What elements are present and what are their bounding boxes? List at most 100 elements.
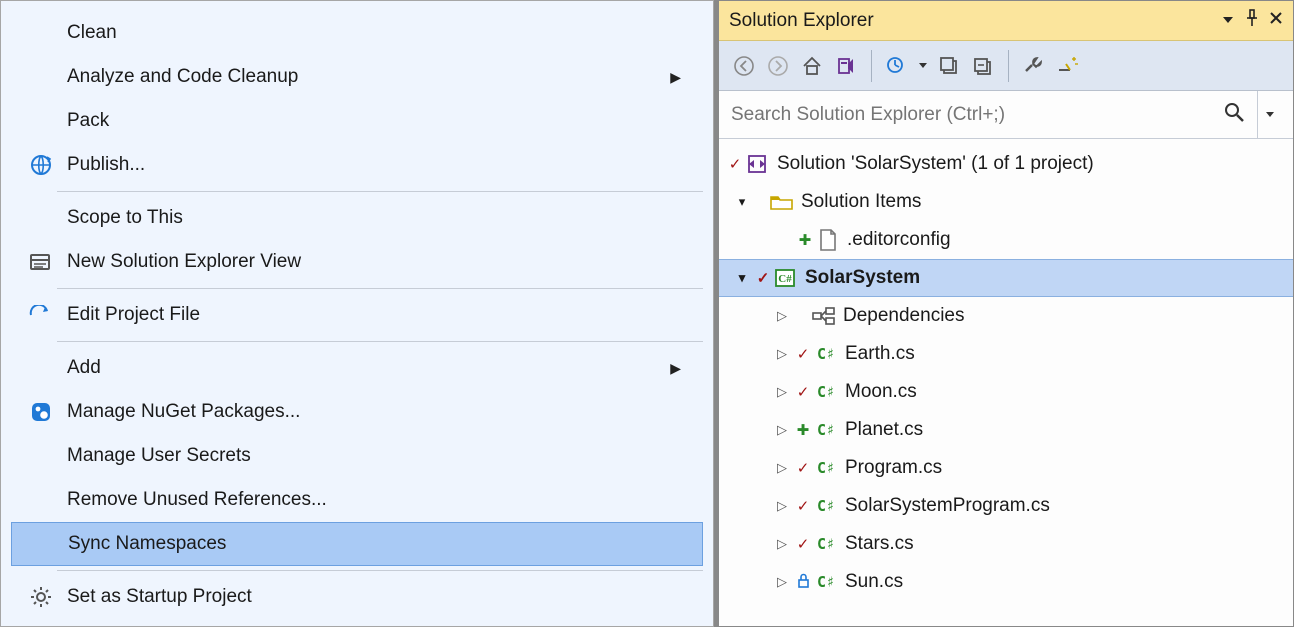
search-bar (719, 91, 1293, 139)
menu-label: New Solution Explorer View (67, 251, 301, 273)
node-label: Planet.cs (845, 419, 923, 441)
toolbar-separator (871, 50, 872, 82)
menu-label: Pack (67, 110, 109, 132)
expander-open-icon[interactable]: ▾ (733, 194, 751, 210)
panel-title-bar: Solution Explorer (719, 1, 1293, 41)
menu-manage-user-secrets[interactable]: Manage User Secrets (11, 434, 703, 478)
menu-label: Add (67, 357, 101, 379)
properties-button[interactable] (1019, 51, 1049, 81)
window-position-dropdown-icon[interactable] (1221, 9, 1235, 33)
explorer-view-icon (27, 248, 55, 276)
expander-closed-icon[interactable]: ▷ (773, 536, 791, 552)
search-input[interactable] (731, 104, 1223, 126)
menu-set-startup-project[interactable]: Set as Startup Project (11, 575, 703, 619)
menu-label: Scope to This (67, 207, 183, 229)
collapse-all-button[interactable] (968, 51, 998, 81)
file-node[interactable]: ▷ ✚ C♯ Planet.cs (719, 411, 1293, 449)
switch-views-button[interactable] (831, 51, 861, 81)
file-node[interactable]: ▷ ✓ C♯ Earth.cs (719, 335, 1293, 373)
expander-closed-icon[interactable]: ▷ (773, 498, 791, 514)
solution-node[interactable]: ✓ Solution 'SolarSystem' (1 of 1 project… (719, 145, 1293, 183)
csharp-project-icon: C# (773, 267, 799, 289)
search-icon[interactable] (1223, 101, 1245, 129)
expander-closed-icon[interactable]: ▷ (773, 460, 791, 476)
toolbar (719, 41, 1293, 91)
menu-clean[interactable]: Clean (11, 11, 703, 55)
menu-publish[interactable]: Publish... (11, 143, 703, 187)
changed-mark-icon: ✓ (795, 345, 811, 363)
submenu-arrow-icon: ▶ (670, 69, 681, 86)
preview-button[interactable] (1053, 51, 1083, 81)
csharp-file-icon: C♯ (813, 573, 839, 591)
dependencies-node[interactable]: ▷ Dependencies (719, 297, 1293, 335)
context-menu: Clean Analyze and Code Cleanup ▶ Pack Pu… (0, 0, 714, 627)
changed-mark-icon: ✓ (795, 383, 811, 401)
file-node[interactable]: ▷ ✓ C♯ Stars.cs (719, 525, 1293, 563)
close-icon[interactable] (1269, 9, 1283, 33)
menu-label: Manage User Secrets (67, 445, 251, 467)
folder-icon (769, 192, 795, 212)
node-label: SolarSystem (805, 267, 920, 289)
pending-changes-filter-button[interactable] (882, 51, 912, 81)
csharp-file-icon: C♯ (813, 345, 839, 363)
node-label: Sun.cs (845, 571, 903, 593)
expander-open-icon[interactable]: ▾ (733, 270, 751, 286)
menu-add[interactable]: Add ▶ (11, 346, 703, 390)
menu-label: Analyze and Code Cleanup (67, 66, 298, 88)
solution-explorer-panel: Solution Explorer ✓ Solution 'SolarSyste… (714, 0, 1294, 627)
node-label: .editorconfig (847, 229, 951, 251)
expander-closed-icon[interactable]: ▷ (773, 574, 791, 590)
node-label: Stars.cs (845, 533, 914, 555)
menu-label: Remove Unused References... (67, 489, 327, 511)
project-node[interactable]: ▾ ✓ C# SolarSystem (719, 259, 1293, 297)
file-node[interactable]: ▷ C♯ Sun.cs (719, 563, 1293, 601)
expander-closed-icon[interactable]: ▷ (773, 422, 791, 438)
expander-closed-icon[interactable]: ▷ (773, 308, 791, 324)
node-label: Solution Items (801, 191, 921, 213)
solution-items-node[interactable]: ▾ Solution Items (719, 183, 1293, 221)
menu-manage-nuget[interactable]: Manage NuGet Packages... (11, 390, 703, 434)
globe-icon (27, 151, 55, 179)
menu-label: Clean (67, 22, 117, 44)
menu-edit-project-file[interactable]: Edit Project File (11, 293, 703, 337)
panel-title: Solution Explorer (729, 10, 1221, 32)
changed-mark-icon: ✓ (755, 269, 771, 287)
sync-button[interactable] (934, 51, 964, 81)
home-button[interactable] (797, 51, 827, 81)
menu-label: Manage NuGet Packages... (67, 401, 300, 423)
back-button[interactable] (729, 51, 759, 81)
node-label: Program.cs (845, 457, 942, 479)
changed-mark-icon: ✓ (795, 497, 811, 515)
csharp-file-icon: C♯ (813, 383, 839, 401)
menu-analyze-cleanup[interactable]: Analyze and Code Cleanup ▶ (11, 55, 703, 99)
changed-mark-icon: ✓ (795, 535, 811, 553)
gear-icon (27, 583, 55, 611)
nuget-icon (27, 398, 55, 426)
menu-separator (57, 341, 703, 342)
forward-button[interactable] (763, 51, 793, 81)
file-node[interactable]: ▷ ✓ C♯ Moon.cs (719, 373, 1293, 411)
expander-closed-icon[interactable]: ▷ (773, 384, 791, 400)
svg-text:C#: C# (778, 273, 792, 285)
menu-remove-unused-refs[interactable]: Remove Unused References... (11, 478, 703, 522)
menu-label: Publish... (67, 154, 145, 176)
edit-arrow-icon (27, 301, 55, 329)
menu-pack[interactable]: Pack (11, 99, 703, 143)
node-label: SolarSystemProgram.cs (845, 495, 1050, 517)
dependencies-icon (811, 306, 837, 326)
changed-mark-icon: ✓ (795, 459, 811, 477)
pin-icon[interactable] (1245, 9, 1259, 33)
node-label: Dependencies (843, 305, 964, 327)
menu-label: Edit Project File (67, 304, 200, 326)
menu-label: Sync Namespaces (68, 533, 226, 555)
file-node[interactable]: ▷ ✓ C♯ SolarSystemProgram.cs (719, 487, 1293, 525)
file-node[interactable]: ▷ ✓ C♯ Program.cs (719, 449, 1293, 487)
menu-new-explorer-view[interactable]: New Solution Explorer View (11, 240, 703, 284)
expander-closed-icon[interactable]: ▷ (773, 346, 791, 362)
menu-sync-namespaces[interactable]: Sync Namespaces (11, 522, 703, 566)
filter-dropdown-icon[interactable] (916, 51, 930, 81)
menu-scope-to-this[interactable]: Scope to This (11, 196, 703, 240)
editorconfig-node[interactable]: ✚ .editorconfig (719, 221, 1293, 259)
search-options-dropdown[interactable] (1257, 91, 1281, 138)
lock-mark-icon (795, 573, 811, 592)
